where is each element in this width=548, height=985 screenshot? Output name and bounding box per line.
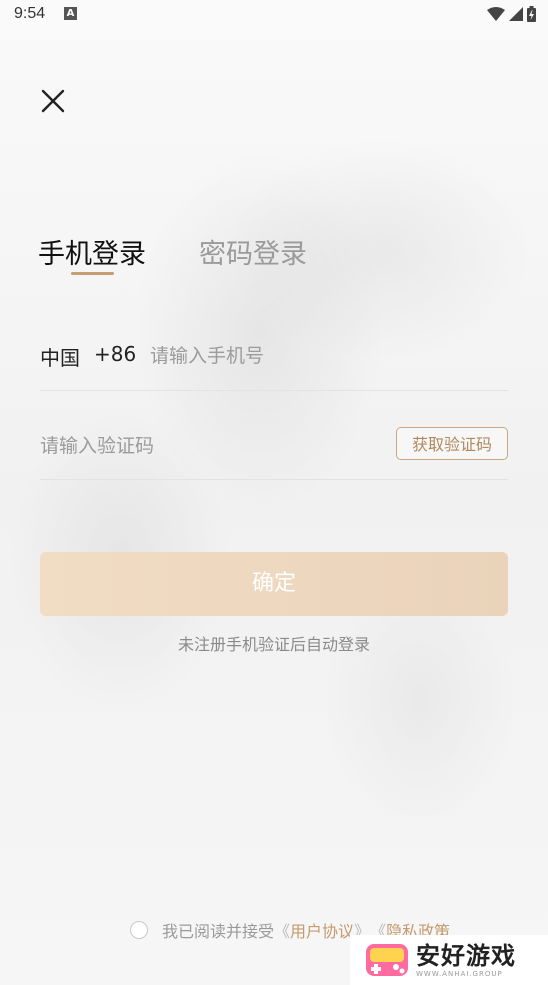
phone-input[interactable] (150, 342, 490, 370)
tab-phone-login[interactable]: 手机登录 (38, 232, 146, 271)
status-time: 9:54 (14, 5, 46, 22)
close-icon (41, 89, 65, 113)
agreement-prefix: 我已阅读并接受 (162, 922, 275, 941)
user-agreement-link[interactable]: 用户协议 (290, 918, 354, 942)
watermark-subtitle: WWW.ANHAI.GROUP (416, 970, 503, 978)
country-selector[interactable]: 中国 (40, 342, 80, 371)
status-bar: 9:54 A (0, 0, 548, 28)
status-icons (487, 6, 536, 22)
active-tab-indicator (71, 272, 114, 275)
wifi-icon (487, 7, 505, 21)
confirm-button[interactable]: 确定 (40, 552, 508, 616)
battery-icon (527, 6, 536, 22)
country-code[interactable]: +86 (94, 342, 136, 366)
tab-password-login[interactable]: 密码登录 (199, 232, 307, 271)
agreement-checkbox[interactable] (130, 921, 148, 939)
background-image (0, 0, 548, 985)
notification-a-icon: A (64, 7, 77, 20)
watermark-title: 安好游戏 (416, 942, 516, 970)
phone-row: 中国 +86 (40, 330, 508, 391)
signal-icon (509, 7, 523, 21)
code-row: 获取验证码 (40, 420, 508, 480)
close-button[interactable] (36, 84, 70, 118)
gamepad-icon (366, 944, 408, 976)
watermark-text: 安好游戏 WWW.ANHAI.GROUP (416, 942, 516, 978)
open-quote: 《 (274, 922, 291, 941)
get-code-button[interactable]: 获取验证码 (396, 427, 508, 460)
verification-code-input[interactable] (40, 432, 370, 460)
auto-login-hint: 未注册手机验证后自动登录 (177, 635, 370, 654)
watermark-logo: 安好游戏 WWW.ANHAI.GROUP (350, 935, 548, 985)
